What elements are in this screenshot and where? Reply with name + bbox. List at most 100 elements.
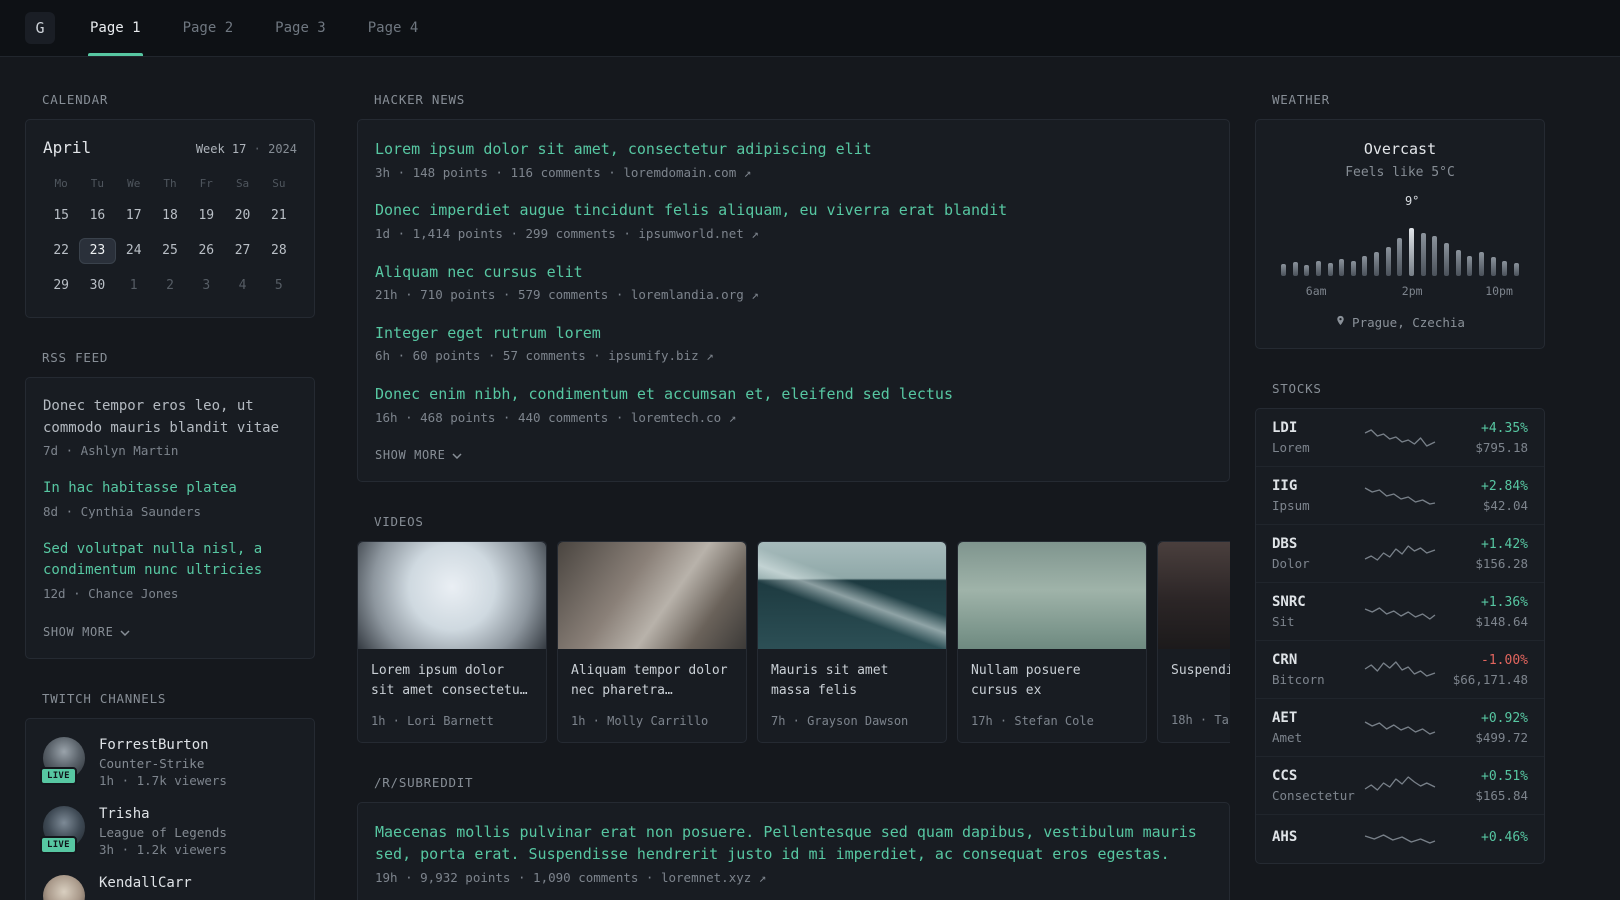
stock-price: $42.04 — [1482, 497, 1528, 513]
stock-name: Amet — [1272, 730, 1303, 745]
video-card[interactable]: Mauris sit amet massa felis 7h · Grayson… — [757, 541, 947, 743]
stock-sparkline — [1364, 826, 1436, 852]
stock-sparkline — [1364, 599, 1436, 625]
weekday-label: Fr — [199, 177, 213, 190]
video-title: Lorem ipsum dolor sit amet consectetu… — [371, 663, 528, 699]
hn-show-more-button[interactable]: SHOW MORE — [375, 448, 462, 462]
calendar-header: April Week 17 · 2024 — [43, 138, 297, 157]
weather-hour-label: 6am — [1305, 284, 1327, 298]
video-meta: 17h · Stefan Cole — [971, 713, 1094, 728]
weekday-label: Mo — [54, 177, 68, 190]
weather-bar — [1281, 264, 1286, 276]
weather-hour-labels: 6am 2pm 10pm — [1273, 284, 1527, 300]
stock-row[interactable]: CCS Consectetur +0.51% $165.84 — [1256, 756, 1544, 814]
tab-page-2[interactable]: Page 2 — [162, 0, 255, 56]
calendar-day: 26 — [198, 243, 215, 258]
stock-name: Ipsum — [1272, 498, 1310, 513]
calendar-day: 22 — [53, 243, 69, 258]
video-card[interactable]: Lorem ipsum dolor sit amet consectetu… 1… — [357, 541, 547, 743]
stocks-section-title: STOCKS — [1272, 381, 1322, 396]
video-card[interactable]: Aliquam tempor dolor nec pharetra… 1h · … — [557, 541, 747, 743]
stock-row[interactable]: DBS Dolor +1.42% $156.28 — [1256, 524, 1544, 582]
twitch-channel-meta: 1h · 1.7k viewers — [99, 772, 227, 788]
stock-row[interactable]: AET Amet +0.92% $499.72 — [1256, 698, 1544, 756]
weather-bar — [1397, 238, 1403, 276]
rss-item-meta: 8d · Cynthia Saunders — [43, 503, 202, 519]
twitch-card: LIVE ForrestBurton Counter-Strike 1h · 1… — [25, 717, 315, 900]
weather-bar — [1374, 252, 1380, 276]
video-card[interactable]: Nullam posuere cursus ex 17h · Stefan Co… — [957, 541, 1147, 743]
video-title: Suspendisse diam — [1171, 663, 1230, 679]
tab-page-4[interactable]: Page 4 — [347, 0, 440, 56]
twitch-channel-name: ForrestBurton — [99, 736, 209, 753]
stock-change: +0.46% — [1481, 829, 1528, 845]
video-meta: 18h · Tara — [1171, 713, 1230, 728]
stock-symbol: AET — [1272, 710, 1298, 726]
hn-item-meta: 3h · 148 points · 116 comments · loremdo… — [375, 164, 752, 180]
hn-item-link[interactable]: Donec imperdiet augue tincidunt felis al… — [375, 199, 1212, 222]
rss-item: Sed volutpat nulla nisl, a condimentum n… — [43, 539, 297, 604]
rss-card: Donec tempor eros leo, ut commodo mauris… — [25, 377, 315, 659]
video-thumbnail — [1158, 542, 1230, 650]
calendar-day-next-month: 1 — [129, 278, 138, 293]
stock-row[interactable]: CRN Bitcorn -1.00% $66,171.48 — [1256, 640, 1544, 698]
calendar-day: 28 — [271, 243, 287, 258]
calendar-day-next-month: 5 — [274, 278, 283, 293]
twitch-channel-row[interactable]: LIVE ForrestBurton Counter-Strike 1h · 1… — [40, 736, 297, 788]
calendar-day: 29 — [53, 278, 69, 293]
stock-price: $795.18 — [1475, 439, 1528, 455]
weather-bar — [1420, 233, 1426, 276]
chevron-down-icon — [120, 625, 130, 639]
twitch-channel-row[interactable]: LIVE KendallCarr — [43, 874, 297, 900]
tab-page-1[interactable]: Page 1 — [69, 0, 162, 56]
weather-widget: WEATHER Overcast Feels like 5°C 9° 6am 2… — [1255, 92, 1545, 349]
calendar-section-title: CALENDAR — [42, 92, 109, 107]
avatar — [43, 874, 85, 900]
video-thumbnail — [958, 542, 1146, 650]
hn-item-meta: 6h · 60 points · 57 comments · ipsumify.… — [375, 348, 714, 364]
stock-sparkline — [1364, 425, 1436, 451]
stock-price: $165.84 — [1475, 787, 1528, 803]
stock-row[interactable]: IIG Ipsum +2.84% $42.04 — [1256, 466, 1544, 524]
twitch-channel-row[interactable]: LIVE Trisha League of Legends 3h · 1.2k … — [40, 805, 297, 857]
stock-row[interactable]: AHS +0.46% — [1256, 814, 1544, 863]
reddit-post-meta: 19h · 9,932 points · 1,090 comments · lo… — [375, 869, 767, 885]
stock-row[interactable]: LDI Lorem +4.35% $795.18 — [1256, 409, 1544, 466]
hn-item-link[interactable]: Integer eget rutrum lorem — [375, 322, 1212, 345]
weather-bar — [1350, 261, 1356, 276]
hn-item-link[interactable]: Donec enim nibh, condimentum et accumsan… — [375, 383, 1212, 406]
chevron-down-icon — [452, 448, 462, 462]
subreddit-widget: /R/SUBREDDIT Maecenas mollis pulvinar er… — [357, 775, 1230, 900]
stock-sparkline — [1364, 773, 1436, 799]
weather-hour-label: 10pm — [1485, 284, 1513, 298]
rss-show-more-button[interactable]: SHOW MORE — [43, 625, 130, 639]
stock-symbol: SNRC — [1272, 594, 1306, 610]
weather-bars — [1281, 216, 1519, 276]
calendar-day: 25 — [162, 243, 178, 258]
rss-item-link[interactable]: In hac habitasse platea — [43, 478, 297, 500]
videos-section-title: VIDEOS — [374, 514, 424, 530]
hackernews-card: Lorem ipsum dolor sit amet, consectetur … — [357, 119, 1230, 483]
location-pin-icon — [1335, 314, 1346, 330]
hn-item-link[interactable]: Lorem ipsum dolor sit amet, consectetur … — [375, 138, 1212, 161]
twitch-avatar-wrap: LIVE — [43, 874, 85, 900]
tab-page-3[interactable]: Page 3 — [254, 0, 347, 56]
video-row: Lorem ipsum dolor sit amet consectetu… 1… — [357, 541, 1230, 743]
stock-change: -1.00% — [1481, 652, 1528, 668]
video-thumbnail — [358, 542, 546, 650]
rss-item-link[interactable]: Donec tempor eros leo, ut commodo mauris… — [43, 396, 297, 439]
calendar-card: April Week 17 · 2024 Mo Tu We Th Fr Sa S… — [25, 119, 315, 318]
stock-price: $499.72 — [1475, 729, 1528, 745]
rss-item-link[interactable]: Sed volutpat nulla nisl, a condimentum n… — [43, 539, 297, 582]
weather-bar — [1432, 236, 1438, 276]
reddit-post-link[interactable]: Maecenas mollis pulvinar erat non posuer… — [375, 821, 1212, 866]
video-card[interactable]: Suspendisse diam 18h · Tara — [1157, 541, 1230, 743]
calendar-week-year: Week 17 · 2024 — [195, 142, 297, 156]
rss-item-meta: 7d · Ashlyn Martin — [43, 443, 179, 459]
hn-item-link[interactable]: Aliquam nec cursus elit — [375, 261, 1212, 284]
video-title: Aliquam tempor dolor nec pharetra… — [571, 663, 728, 699]
stock-row[interactable]: SNRC Sit +1.36% $148.64 — [1256, 582, 1544, 640]
stock-name: Lorem — [1272, 440, 1310, 455]
page-tabs: Page 1 Page 2 Page 3 Page 4 — [69, 0, 439, 56]
stock-sparkline — [1364, 541, 1436, 567]
